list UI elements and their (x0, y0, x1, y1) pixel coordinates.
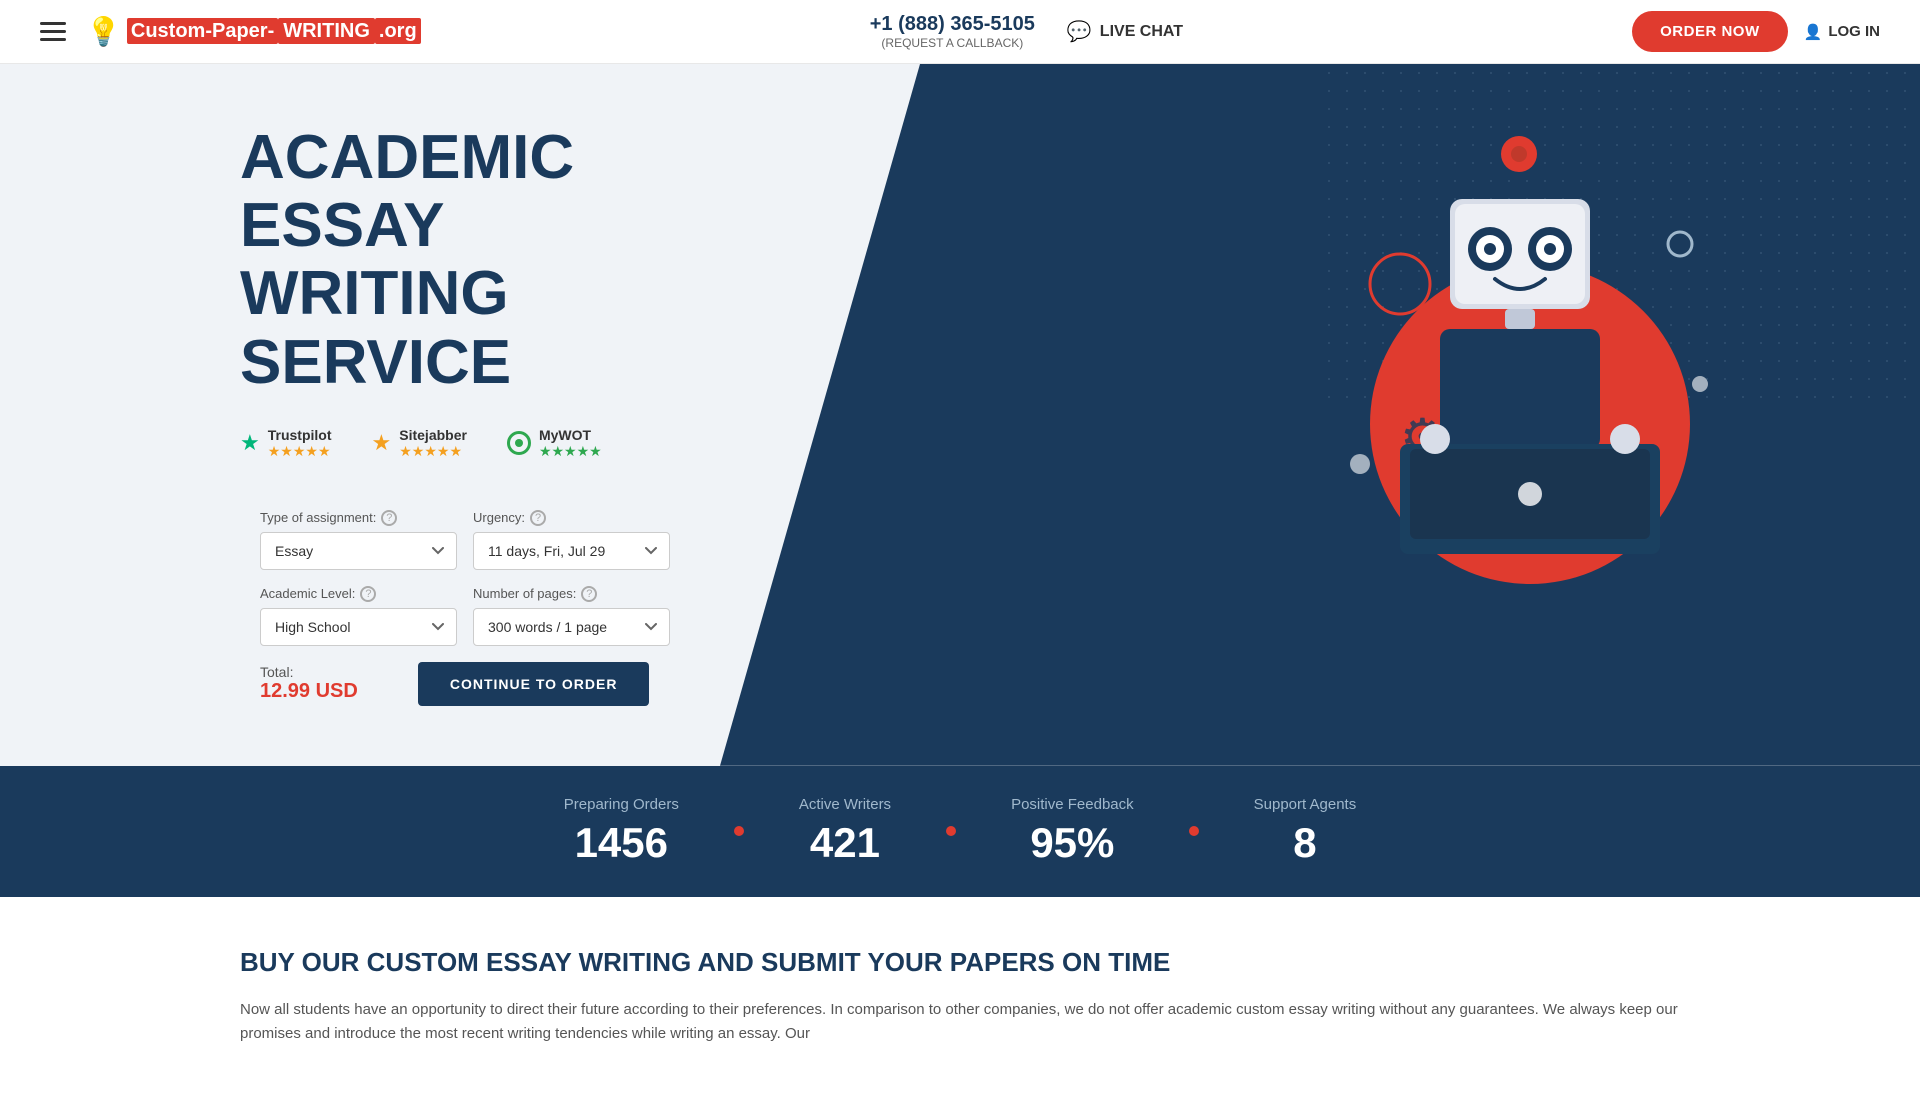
hero-title: ACADEMIC ESSAY WRITING SERVICE (240, 124, 690, 397)
order-now-button[interactable]: ORDER NOW (1632, 11, 1788, 52)
total-value: 12.99 USD (260, 680, 358, 703)
logo-text: Custom-Paper-WRITING.org (127, 20, 421, 43)
type-select[interactable]: Essay Research Paper Term Paper Coursewo… (260, 532, 457, 570)
stat-value-2: 95% (1011, 819, 1134, 867)
level-label: Academic Level: ? (260, 586, 457, 602)
sitejabber-icon: ★ (372, 430, 392, 456)
stat-item-3: Support Agents 8 (1254, 796, 1357, 867)
type-help-icon[interactable]: ? (381, 510, 397, 526)
stat-label-2: Positive Feedback (1011, 796, 1134, 813)
live-chat-label: LIVE CHAT (1100, 23, 1183, 41)
bottom-section: BUY OUR CUSTOM ESSAY WRITING AND SUBMIT … (0, 897, 1920, 1096)
trustpilot-stars: ★★★★★ (268, 443, 332, 460)
phone-block: +1 (888) 365-5105 (REQUEST A CALLBACK) (870, 13, 1035, 50)
stat-label-1: Active Writers (799, 796, 891, 813)
total-block: Total: 12.99 USD (260, 664, 358, 703)
mywot-stars: ★★★★★ (539, 443, 602, 460)
hero-title-line1: ACADEMIC ESSAY (240, 123, 574, 260)
logo-suffix: .org (375, 18, 421, 44)
stat-item-2: Positive Feedback 95% (1011, 796, 1134, 867)
stat-item-1: Active Writers 421 (799, 796, 891, 867)
mywot-icon (507, 431, 531, 455)
stat-value-0: 1456 (564, 819, 679, 867)
total-row: Total: 12.99 USD CONTINUE TO ORDER (260, 662, 670, 706)
stats-bar: Preparing Orders 1456 Active Writers 421 Pos… (0, 766, 1920, 897)
stat-label-0: Preparing Orders (564, 796, 679, 813)
total-label: Total: (260, 664, 358, 680)
form-group-level: Academic Level: ? High School Undergradu… (260, 586, 457, 646)
header: 💡 Custom-Paper-WRITING.org +1 (888) 365-… (0, 0, 1920, 64)
live-chat-button[interactable]: 💬 LIVE CHAT (1067, 19, 1183, 44)
mywot-info: MyWOT ★★★★★ (539, 427, 602, 460)
stat-label-3: Support Agents (1254, 796, 1357, 813)
stat-value-3: 8 (1254, 819, 1357, 867)
phone-number[interactable]: +1 (888) 365-5105 (870, 13, 1035, 36)
stat-value-1: 421 (799, 819, 891, 867)
callback-label: (REQUEST A CALLBACK) (881, 36, 1023, 50)
stat-separator-2 (1189, 826, 1199, 836)
mywot-name: MyWOT (539, 427, 602, 443)
login-button[interactable]: 👤 LOG IN (1804, 23, 1880, 41)
sitejabber-info: Sitejabber ★★★★★ (399, 427, 467, 460)
sitejabber-rating: ★ Sitejabber ★★★★★ (372, 427, 467, 460)
logo-prefix: Custom-Paper- (127, 18, 278, 44)
bottom-title: BUY OUR CUSTOM ESSAY WRITING AND SUBMIT … (240, 947, 1680, 978)
pages-label: Number of pages: ? (473, 586, 670, 602)
form-group-type: Type of assignment: ? Essay Research Pap… (260, 510, 457, 570)
urgency-select[interactable]: 11 days, Fri, Jul 29 7 days 3 days 24 ho… (473, 532, 670, 570)
level-help-icon[interactable]: ? (360, 586, 376, 602)
sitejabber-stars: ★★★★★ (399, 443, 467, 460)
level-select[interactable]: High School Undergraduate Master PhD (260, 608, 457, 646)
pages-help-icon[interactable]: ? (581, 586, 597, 602)
hero-right: ⚙ ⚙ (730, 64, 1920, 766)
urgency-label: Urgency: ? (473, 510, 670, 526)
form-row-1: Type of assignment: ? Essay Research Pap… (260, 510, 670, 570)
stat-separator-1 (946, 826, 956, 836)
header-right: ORDER NOW 👤 LOG IN (1632, 11, 1880, 52)
hero-title-line2: WRITING SERVICE (240, 259, 511, 396)
robot-illustration: ⚙ ⚙ (1340, 84, 1720, 584)
trustpilot-name: Trustpilot (268, 427, 332, 443)
ratings-row: ★ Trustpilot ★★★★★ ★ Sitejabber ★★★★★ My (240, 427, 690, 460)
trustpilot-icon: ★ (240, 430, 260, 456)
pages-select[interactable]: 300 words / 1 page 600 words / 2 pages 9… (473, 608, 670, 646)
logo-icon: 💡 (86, 15, 121, 48)
stats-inner: Preparing Orders 1456 Active Writers 421 Pos… (0, 796, 1920, 867)
continue-button[interactable]: CONTINUE TO ORDER (418, 662, 650, 706)
logo-highlight: WRITING (278, 18, 375, 44)
header-left: 💡 Custom-Paper-WRITING.org (40, 15, 421, 48)
stat-item-0: Preparing Orders 1456 (564, 796, 679, 867)
trustpilot-rating: ★ Trustpilot ★★★★★ (240, 427, 332, 460)
form-row-2: Academic Level: ? High School Undergradu… (260, 586, 670, 646)
type-label: Type of assignment: ? (260, 510, 457, 526)
bottom-text: Now all students have an opportunity to … (240, 998, 1680, 1046)
trustpilot-info: Trustpilot ★★★★★ (268, 427, 332, 460)
hero-left: ACADEMIC ESSAY WRITING SERVICE ★ Trustpi… (0, 64, 730, 766)
logo[interactable]: 💡 Custom-Paper-WRITING.org (86, 15, 421, 48)
chat-icon: 💬 (1067, 19, 1092, 44)
hamburger-menu[interactable] (40, 22, 66, 41)
urgency-help-icon[interactable]: ? (530, 510, 546, 526)
login-label: LOG IN (1828, 23, 1880, 40)
stat-separator-0 (734, 826, 744, 836)
header-center: +1 (888) 365-5105 (REQUEST A CALLBACK) 💬… (870, 13, 1183, 50)
robot-svg: ⚙ ⚙ (1340, 84, 1720, 584)
sitejabber-name: Sitejabber (399, 427, 467, 443)
login-icon: 👤 (1804, 23, 1823, 41)
order-form: Type of assignment: ? Essay Research Pap… (240, 490, 690, 726)
mywot-rating: MyWOT ★★★★★ (507, 427, 602, 460)
hero-section: ACADEMIC ESSAY WRITING SERVICE ★ Trustpi… (0, 64, 1920, 766)
form-group-pages: Number of pages: ? 300 words / 1 page 60… (473, 586, 670, 646)
form-group-urgency: Urgency: ? 11 days, Fri, Jul 29 7 days 3… (473, 510, 670, 570)
